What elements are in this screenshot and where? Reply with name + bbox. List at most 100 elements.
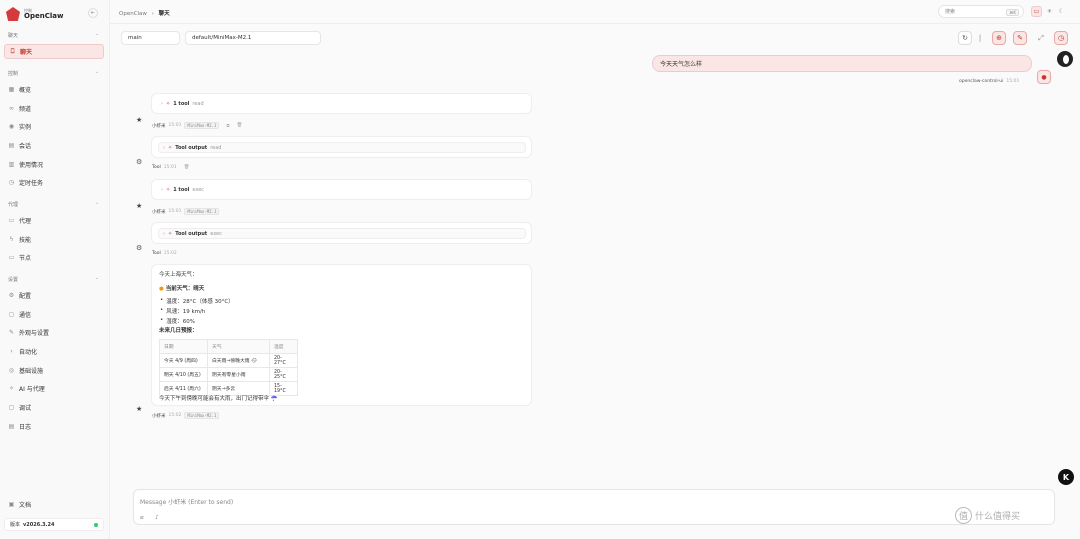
breadcrumb: OpenClaw › 聊天 (119, 9, 170, 17)
trash-icon[interactable]: 🗑 (184, 165, 190, 170)
bug-icon: ▢ (8, 404, 15, 411)
tool-output-card: › ✧ Tool output exec (151, 222, 532, 244)
tool-output-label: Tool output (175, 145, 208, 151)
sidebar-collapse-button[interactable]: ⇤ (88, 8, 98, 18)
chevron-down-icon[interactable]: ⌄ (95, 31, 99, 37)
message-author: 小虾米 (152, 123, 166, 129)
sun-icon[interactable]: ☀ (1044, 6, 1055, 17)
breadcrumb-current: 聊天 (158, 11, 170, 17)
sidebar-item-ai-agents[interactable]: ✧ AI 与代理 (4, 381, 104, 396)
history-button[interactable]: ◷ (1054, 31, 1068, 45)
tool-output-card: › ✧ Tool output read (151, 136, 532, 158)
globe-icon: ◎ (8, 367, 15, 374)
table-cell: 明天 4/10 (周五) (159, 367, 208, 382)
bar-chart-icon: ▥ (8, 161, 15, 168)
sidebar-item-infra[interactable]: ◎ 基础设施 (4, 363, 104, 378)
table-cell: 20-27°C (269, 353, 298, 368)
tool-call-summary[interactable]: › ✧ 1 tool read (161, 101, 204, 107)
sidebar-item-cron[interactable]: ◷ 定时任务 (4, 175, 104, 190)
breadcrumb-separator: › (151, 11, 154, 17)
sidebar-item-appearance[interactable]: ✎ 外观与设置 (4, 325, 104, 340)
table-header: 日期 (159, 339, 208, 354)
sidebar-item-sessions[interactable]: ▤ 会话 (4, 138, 104, 153)
sidebar-item-instances[interactable]: ◉ 实例 (4, 119, 104, 134)
divider: | (978, 34, 982, 42)
chevron-down-icon[interactable]: ⌄ (95, 200, 99, 206)
microphone-icon[interactable]: ♪ (155, 514, 159, 521)
tool-call-card[interactable]: › ✧ 1 tool exec (151, 179, 532, 200)
sidebar-item-config[interactable]: ⚙ 配置 (4, 288, 104, 303)
search-placeholder: 搜索 (945, 9, 956, 15)
message-time: 15:01 (163, 165, 177, 170)
message-time: 15:02 (163, 251, 177, 256)
chevron-down-icon[interactable]: ⌄ (95, 69, 99, 75)
sidebar-item-skills[interactable]: ϟ 技能 (4, 232, 104, 247)
monitor-theme-icon[interactable]: ▭ (1031, 6, 1042, 17)
sparkle-icon: ✧ (8, 385, 15, 392)
sparkle-icon: ✧ (166, 101, 171, 107)
sidebar-item-overview[interactable]: ▦ 概览 (4, 82, 104, 97)
monitor-icon: ▭ (8, 254, 15, 261)
table-row: 明天 4/10 (周五) 阴天有零星小雨 20-25°C (159, 367, 298, 382)
tool-output-row[interactable]: › ✧ Tool output read (158, 142, 526, 153)
table-header: 温度 (269, 339, 298, 354)
sidebar-item-label: 代理 (19, 218, 32, 225)
sidebar-item-label: 外观与设置 (19, 330, 50, 337)
tool-call-card[interactable]: › ✧ 1 tool read (151, 93, 532, 114)
sidebar-item-comms[interactable]: ◻ 通信 (4, 307, 104, 322)
sidebar-item-logs[interactable]: ▤ 日志 (4, 419, 104, 434)
tool-call-label: 1 tool (173, 101, 190, 107)
search-input[interactable]: 搜索 ⌘K (938, 5, 1024, 18)
refresh-icon: ↻ (962, 34, 968, 42)
tool-gear-icon: ⚙ (136, 244, 143, 252)
sidebar-item-label: 调试 (19, 405, 32, 412)
paperclip-icon[interactable]: ⌀ (140, 514, 144, 521)
sidebar-item-label: 聊天 (20, 49, 33, 56)
sidebar-item-label: 定时任务 (19, 180, 44, 187)
clock-icon: ◷ (8, 179, 15, 186)
model-badge: MiniMax-M2.1 (184, 122, 220, 129)
user-message-bubble: 今天天气怎么样 (652, 55, 1032, 72)
document-icon: ▤ (8, 142, 15, 149)
sidebar-item-usage[interactable]: ▥ 使用情况 (4, 157, 104, 172)
wrench-icon: ✎ (1017, 34, 1023, 42)
tools-button[interactable]: ✎ (1013, 31, 1027, 45)
sidebar-item-chat[interactable]: ⎕ 聊天 (4, 44, 104, 59)
moon-icon[interactable]: ☾ (1056, 6, 1067, 17)
brand-name: OpenClaw (24, 11, 64, 20)
new-session-button[interactable]: ⊕ (992, 31, 1006, 45)
sidebar-item-automation[interactable]: › 自动化 (4, 344, 104, 359)
tool-call-label: 1 tool (173, 187, 190, 193)
sidebar-item-debug[interactable]: ▢ 调试 (4, 400, 104, 415)
model-select[interactable]: default/MiniMax-M2.1 (185, 31, 321, 45)
tool-output-label: Tool output (175, 231, 208, 237)
sidebar-item-docs[interactable]: ▣ 文档 (4, 497, 104, 512)
sidebar-item-label: 配置 (19, 293, 32, 300)
answer-current-heading: ● 当前天气：晴天 (159, 284, 204, 292)
agent-select[interactable]: main (121, 31, 180, 45)
tool-output-row[interactable]: › ✧ Tool output exec (158, 228, 526, 239)
refresh-button[interactable]: ↻ (958, 31, 972, 45)
breadcrumb-root[interactable]: OpenClaw (119, 11, 147, 17)
sidebar-item-label: 频道 (19, 106, 32, 113)
trash-icon[interactable]: 🗑 (237, 123, 243, 128)
copy-icon[interactable]: ⧉ (226, 123, 229, 129)
message-input[interactable]: Message 小虾米 (Enter to send) (140, 497, 233, 506)
message-author: 小虾米 (152, 209, 166, 215)
focus-mode-button[interactable]: ⤢ (1034, 31, 1048, 45)
sidebar-item-label: AI 与代理 (19, 386, 45, 393)
sidebar-item-channels[interactable]: ∞ 频道 (4, 101, 104, 116)
message-time: 15:01 (168, 209, 182, 214)
message-composer[interactable]: Message 小虾米 (Enter to send) ⌀ ♪ (133, 489, 1055, 525)
chevron-down-icon[interactable]: ⌄ (95, 275, 99, 281)
model-badge: MiniMax-M2.1 (184, 412, 220, 419)
user-message-sender: openclaw-control-ui (959, 79, 1004, 84)
tool-name: read (192, 101, 204, 107)
folder-icon: ▭ (8, 217, 15, 224)
sidebar-item-nodes[interactable]: ▭ 节点 (4, 250, 104, 265)
clock-icon: ◷ (1057, 34, 1065, 42)
tool-call-summary[interactable]: › ✧ 1 tool exec (161, 187, 204, 193)
k-assistant-button[interactable]: K (1058, 469, 1074, 485)
book-icon: ▣ (8, 501, 15, 508)
sidebar-item-agents[interactable]: ▭ 代理 (4, 213, 104, 228)
